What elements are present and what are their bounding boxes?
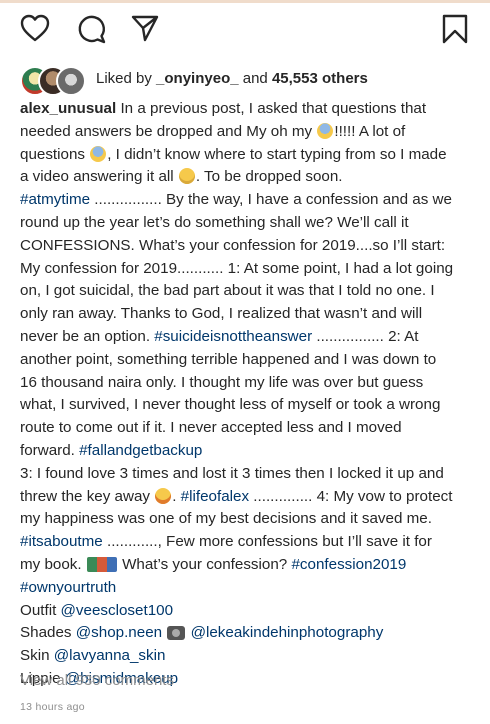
comment-icon[interactable] <box>77 14 107 44</box>
caption-text: What’s your confession? <box>117 555 292 573</box>
mention-link[interactable]: @lavyanna_skin <box>54 647 166 664</box>
likes-count[interactable]: 45,553 others <box>272 70 368 87</box>
top-divider <box>0 0 490 3</box>
caption-line: threw the key away . #lifeofalex .......… <box>20 486 475 509</box>
liker-username[interactable]: _onyinyeo_ <box>156 70 239 87</box>
hashtag-link[interactable]: #suicideisnottheanswer <box>154 328 312 345</box>
caption-line: round up the year let’s do something sha… <box>20 212 475 235</box>
caption-text: my book. <box>20 555 86 573</box>
likes-conjunction: and <box>238 70 272 87</box>
smirk-emoji-icon <box>178 168 195 185</box>
books-emoji-icon <box>86 556 117 572</box>
caption-text: . To be dropped soon. <box>195 168 343 186</box>
caption-text: only ran away. Thanks to God, I realized… <box>20 305 423 323</box>
mention-link[interactable]: @shop.neen <box>76 624 162 641</box>
caption-line: alex_unusual In a previous post, I asked… <box>20 98 475 121</box>
caption-line: on, I got suicidal, the bad part about i… <box>20 280 475 303</box>
caption-line: My confession for 2019........... 1: At … <box>20 258 475 281</box>
caption-text: Outfit <box>20 601 61 619</box>
caption-username[interactable]: alex_unusual <box>20 100 116 117</box>
caption-line: route to come out if it. I never accepte… <box>20 417 475 440</box>
mention-link[interactable]: @lekeakindehinphotography <box>191 624 384 641</box>
caption-text: questions <box>20 145 90 163</box>
fear-emoji-icon <box>90 145 107 162</box>
caption-line: Outfit @veescloset100 <box>20 600 475 623</box>
likes-row: Liked by _onyinyeo_ and 45,553 others <box>20 66 480 96</box>
hashtag-link[interactable]: #lifeofalex <box>181 488 249 505</box>
likes-prefix: Liked by <box>96 70 157 87</box>
caption-line: #atmytime ................ By the way, I… <box>20 189 475 212</box>
caption-line: what, I survived, I never thought less o… <box>20 394 475 417</box>
caption-line: a video answering it all . To be dropped… <box>20 166 475 189</box>
caption-text: route to come out if it. I never accepte… <box>20 419 402 437</box>
caption-text <box>162 624 166 641</box>
share-icon[interactable] <box>131 14 159 42</box>
caption-text: Skin <box>20 647 54 665</box>
caption-line: Shades @shop.neen @lekeakindehinphotogra… <box>20 622 475 645</box>
post-timestamp: 13 hours ago <box>20 701 85 713</box>
camera-emoji-icon <box>167 626 186 641</box>
avatar <box>56 66 86 96</box>
hashtag-link[interactable]: #itsaboutme <box>20 533 103 550</box>
caption-text: my happiness was one of my best decision… <box>20 510 432 528</box>
caption-text: Shades <box>20 624 76 642</box>
caption-text: ................ By the way, I have a co… <box>90 191 452 209</box>
caption-text: threw the key away <box>20 487 155 505</box>
caption-line: 3: I found love 3 times and lost it 3 ti… <box>20 463 475 486</box>
caption-text: 16 thousand naira only. I thought my lif… <box>20 373 424 391</box>
caption-text: another point, something terrible happen… <box>20 350 437 368</box>
caption-text: My confession for 2019........... 1: At … <box>20 259 454 277</box>
caption-text: on, I got suicidal, the bad part about i… <box>20 282 435 300</box>
mention-link[interactable]: @veescloset100 <box>61 602 174 619</box>
caption-line: never be an option. #suicideisnottheansw… <box>20 326 475 349</box>
caption-text: In a previous post, I asked that questio… <box>116 100 427 117</box>
caption-line: 16 thousand naira only. I thought my lif… <box>20 372 475 395</box>
caption-line: forward. #fallandgetbackup <box>20 440 475 463</box>
caption-text: .............. 4: My vow to protect <box>249 487 453 505</box>
caption-line: needed answers be dropped and My oh my !… <box>20 121 475 144</box>
caption-text: CONFESSIONS. What’s your confession for … <box>20 236 446 254</box>
caption-text: needed answers be dropped and My oh my <box>20 122 317 140</box>
hashtag-link[interactable]: #fallandgetbackup <box>79 442 202 459</box>
heart-icon[interactable] <box>20 14 50 42</box>
caption-text: what, I survived, I never thought less o… <box>20 396 441 414</box>
caption-text: round up the year let’s do something sha… <box>20 213 409 231</box>
caption-text: never be an option. <box>20 327 155 345</box>
caption-line: another point, something terrible happen… <box>20 349 475 372</box>
hashtag-link[interactable]: #atmytime <box>20 191 90 208</box>
caption-line: only ran away. Thanks to God, I realized… <box>20 303 475 326</box>
post-caption: alex_unusual In a previous post, I asked… <box>20 98 475 691</box>
likes-summary: Liked by _onyinyeo_ and 45,553 others <box>96 70 368 87</box>
caption-text: . <box>172 487 181 505</box>
caption-text: 3: I found love 3 times and lost it 3 ti… <box>20 464 444 482</box>
hashtag-link[interactable]: #ownyourtruth <box>20 579 116 596</box>
caption-text: ............, Few more confessions but I… <box>102 533 432 551</box>
view-all-comments-link[interactable]: View all 930 comments <box>20 672 174 689</box>
caption-line: my happiness was one of my best decision… <box>20 508 475 531</box>
hashtag-link[interactable]: #confession2019 <box>291 556 406 573</box>
caption-line: CONFESSIONS. What’s your confession for … <box>20 235 475 258</box>
caption-text: ................ 2: At <box>312 327 419 345</box>
caption-line: #itsaboutme ............, Few more confe… <box>20 531 475 554</box>
caption-text: forward. <box>20 441 80 459</box>
caption-line: #ownyourtruth <box>20 577 475 600</box>
laugh-emoji-icon <box>155 487 172 504</box>
caption-text: !!!!! A lot of <box>334 122 406 140</box>
bookmark-icon[interactable] <box>442 14 468 44</box>
caption-text: , I didn’t know where to start typing fr… <box>107 145 447 163</box>
caption-line: my book. What’s your confession? #confes… <box>20 554 475 577</box>
caption-line: questions , I didn’t know where to start… <box>20 144 475 167</box>
caption-text: a video answering it all <box>20 168 178 186</box>
liker-avatars[interactable] <box>20 66 88 96</box>
caption-line: Skin @lavyanna_skin <box>20 645 475 668</box>
fear-emoji-icon <box>317 122 334 139</box>
action-bar <box>0 14 490 54</box>
